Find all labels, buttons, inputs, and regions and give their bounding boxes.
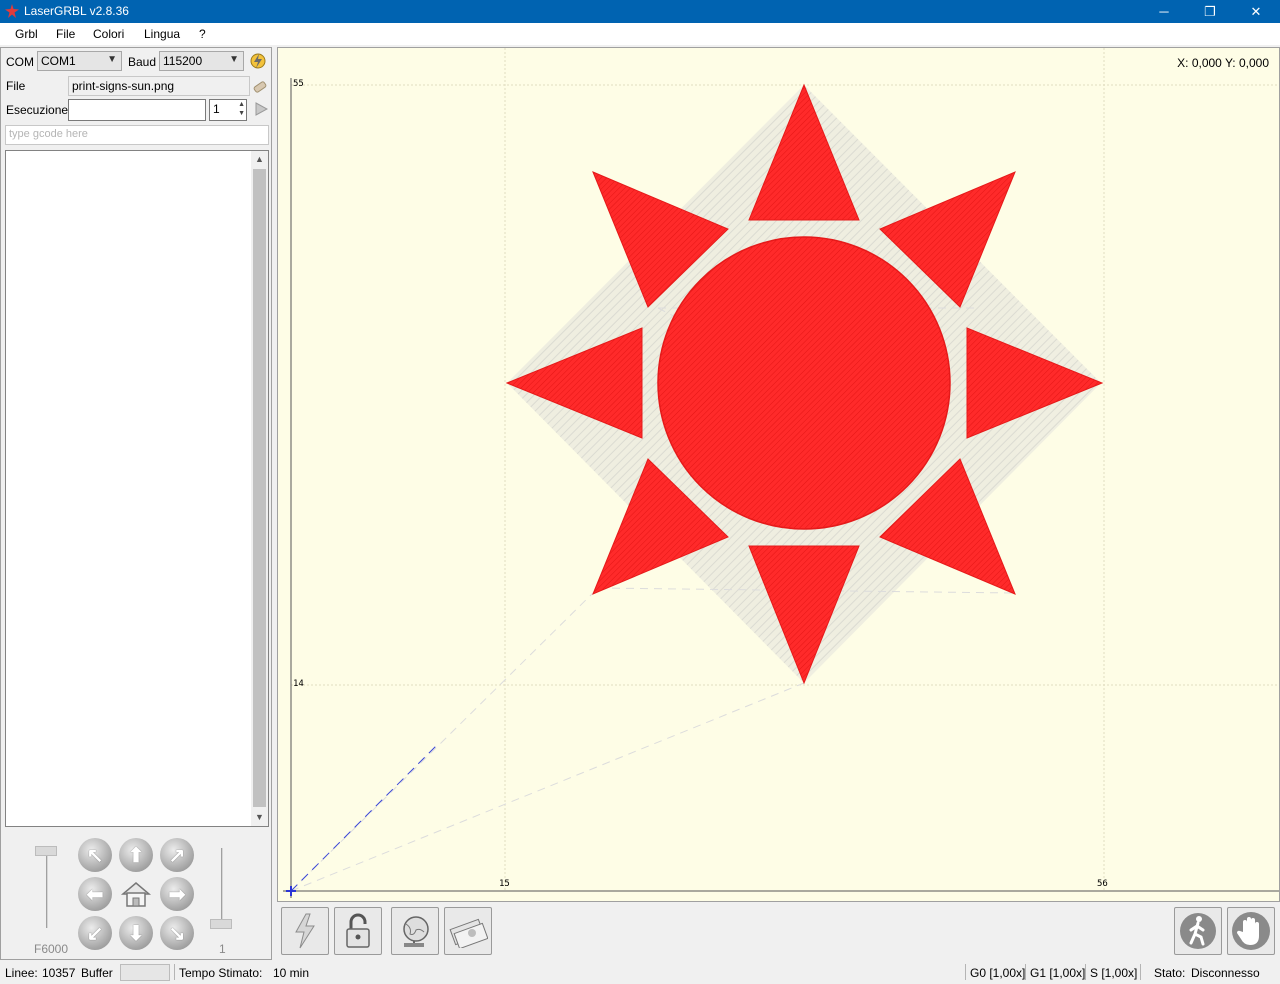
stop-button[interactable] [1227,907,1275,955]
slider-track [221,848,223,928]
lines-label: Linee: [5,966,38,980]
open-file-icon[interactable] [252,78,268,94]
engraving-preview [283,48,1279,898]
left-panel: COM COM1 ▼ Baud 115200 ▼ File print-sign… [0,47,272,960]
execution-label: Esecuzione [6,103,69,117]
step-slider[interactable] [210,848,232,929]
coordinate-readout: X: 0,000 Y: 0,000 [1177,56,1269,70]
g1-override[interactable]: G1 [1,00x] [1030,966,1085,980]
com-select[interactable]: COM1 ▼ [37,51,122,71]
stepper-arrows-icon[interactable]: ▲ ▼ [238,100,245,118]
current-path [290,743,439,892]
menu-help[interactable]: ? [199,27,206,41]
jog-up-right-button[interactable]: ↗ [160,838,194,872]
menu-bar: Grbl File Colori Lingua ? [0,23,1280,45]
restore-button[interactable]: ❐ [1187,0,1233,23]
scroll-up-icon[interactable]: ▲ [251,151,268,168]
gcode-input[interactable]: type gcode here [5,125,269,145]
state-value: Disconnesso [1191,966,1260,980]
laser-power-icon [295,913,315,949]
jog-right-button[interactable]: ➡ [160,877,194,911]
speed-slider[interactable] [35,846,57,928]
passes-value: 1 [213,102,220,116]
run-icon[interactable] [254,102,268,116]
app-icon [5,4,19,18]
buffer-progress [120,964,170,981]
file-label: File [6,79,26,93]
chevron-down-icon: ▼ [229,54,239,65]
state-label: Stato: [1154,966,1186,980]
status-bar: Linee: 10357 Buffer Tempo Stimato: 10 mi… [0,960,1280,984]
laser-power-button[interactable] [281,907,329,955]
window-title: LaserGRBL v2.8.36 [24,4,129,18]
time-value: 10 min [273,966,310,980]
preview-canvas[interactable]: 55 14 15 56 X: 0,000 Y: 0,000 [277,47,1280,902]
walking-man-icon [1180,913,1216,949]
connect-icon[interactable] [249,52,267,70]
y-tick-top: 55 [293,79,304,89]
money-icon [449,918,488,948]
scroll-down-icon[interactable]: ▼ [251,809,268,826]
menu-colori[interactable]: Colori [93,27,124,41]
scroll-thumb[interactable] [253,169,266,807]
divider [174,964,175,980]
x-tick-left: 15 [499,879,510,889]
menu-grbl[interactable]: Grbl [15,27,38,41]
console-log[interactable]: ▲ ▼ [5,150,269,827]
x-tick-right: 56 [1097,879,1108,889]
baud-value: 115200 [163,54,203,68]
console-scrollbar[interactable]: ▲ ▼ [251,151,268,826]
jog-down-button[interactable]: ⬇ [119,916,153,950]
step-label: 1 [219,942,226,956]
home-icon [120,882,152,907]
home-button[interactable] [119,877,153,911]
unlock-icon [346,913,370,948]
baud-label: Baud [128,55,157,69]
g0-override[interactable]: G0 [1,00x] [970,966,1025,980]
divider [965,964,966,980]
stop-hand-icon [1232,912,1270,950]
com-value: COM1 [41,54,76,68]
divider [1085,964,1086,980]
menu-file[interactable]: File [56,27,75,41]
close-button[interactable]: ✕ [1233,0,1279,23]
time-label: Tempo Stimato: [179,966,263,980]
passes-stepper[interactable]: 1 ▲ ▼ [209,99,247,121]
minimize-button[interactable]: ─ [1141,0,1187,23]
jog-up-left-button[interactable]: ↖ [78,838,112,872]
speed-label: F6000 [34,942,69,956]
origin-button[interactable] [391,907,439,955]
s-override[interactable]: S [1,00x] [1090,966,1137,980]
jog-down-right-button[interactable]: ↘ [160,916,194,950]
unlock-button[interactable] [334,907,382,955]
title-bar: LaserGRBL v2.8.36 ─ ❐ ✕ [0,0,1280,23]
jog-left-button[interactable]: ⬅ [78,877,112,911]
slider-track [46,848,48,928]
buffer-label: Buffer [81,966,113,980]
com-label: COM [6,55,34,69]
menu-lingua[interactable]: Lingua [144,27,180,41]
chevron-down-icon: ▼ [107,54,117,65]
speed-slider-knob[interactable] [35,846,57,856]
y-tick-bottom: 14 [293,679,304,689]
lines-value: 10357 [42,966,76,980]
execution-field[interactable] [68,99,206,121]
resume-button[interactable] [1174,907,1222,955]
divider [1025,964,1026,980]
baud-select[interactable]: 115200 ▼ [159,51,244,71]
money-button[interactable] [444,907,492,955]
file-field[interactable]: print-signs-sun.png [68,76,250,96]
sun-disc [657,236,951,530]
jog-down-left-button[interactable]: ↙ [78,916,112,950]
divider [1140,964,1141,980]
jog-up-button[interactable]: ⬆ [119,838,153,872]
globe-icon [403,916,429,947]
step-slider-knob[interactable] [210,919,232,929]
